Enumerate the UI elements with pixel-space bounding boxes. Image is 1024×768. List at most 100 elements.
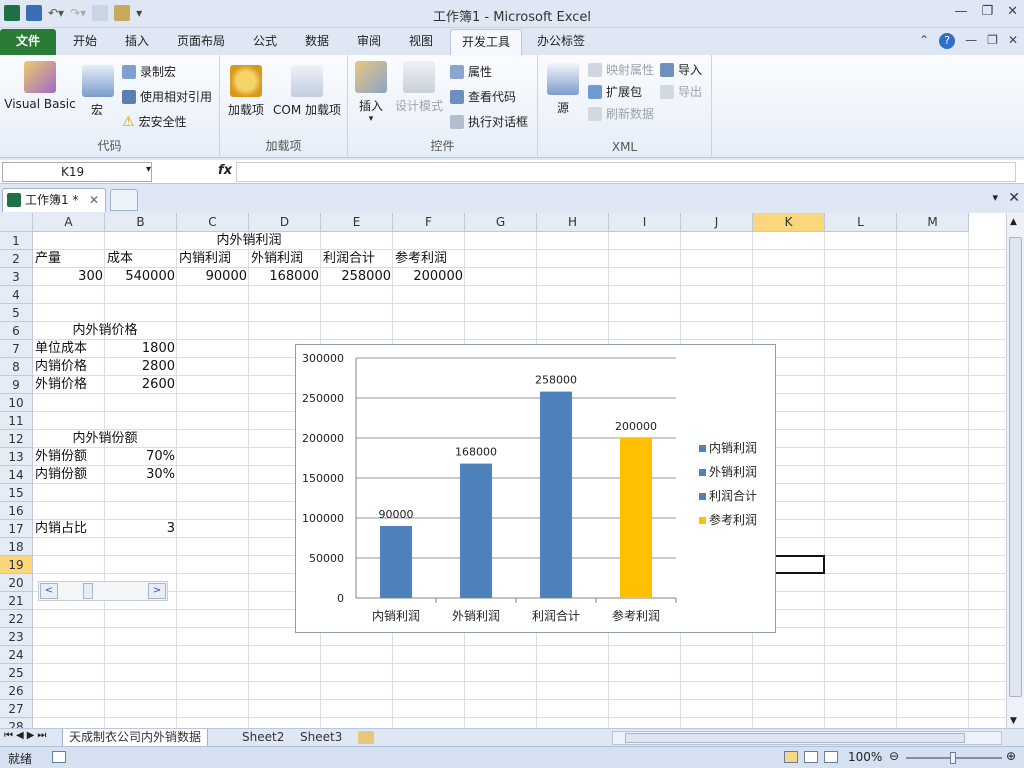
xml-import-button[interactable]: 导入: [660, 61, 702, 78]
close-workbook-icon[interactable]: ✕: [1008, 190, 1020, 206]
row-header-4[interactable]: 4: [0, 286, 33, 304]
cell-c3[interactable]: 90000: [177, 268, 249, 286]
row-header-27[interactable]: 27: [0, 700, 33, 718]
tab-list-dropdown-icon[interactable]: ▾: [992, 191, 998, 204]
cell-a12[interactable]: 内外销份额: [33, 430, 177, 448]
formula-input[interactable]: [236, 162, 1016, 182]
cell-b7[interactable]: 1800: [105, 340, 177, 358]
cell-a14[interactable]: 内销份额: [33, 466, 105, 484]
column-header-b[interactable]: B: [105, 213, 177, 232]
close-button[interactable]: ✕: [1007, 4, 1018, 19]
xml-source-button[interactable]: 源: [546, 63, 580, 116]
column-header-j[interactable]: J: [681, 213, 753, 232]
new-workbook-tab[interactable]: [110, 189, 138, 211]
vertical-scrollbar[interactable]: ▲ ▼: [1006, 213, 1024, 728]
row-header-25[interactable]: 25: [0, 664, 33, 682]
restore-button[interactable]: ❐: [981, 4, 993, 19]
zoom-in-icon[interactable]: ⊕: [1006, 749, 1016, 763]
cell-a3[interactable]: 300: [33, 268, 105, 286]
tab-office-tab[interactable]: 办公标签: [528, 29, 594, 55]
cell-c1[interactable]: 内外销利润: [177, 232, 321, 250]
select-all-corner[interactable]: [0, 213, 33, 232]
row-header-10[interactable]: 10: [0, 394, 33, 412]
cell-a17[interactable]: 内销占比: [33, 520, 105, 538]
cell-c2[interactable]: 内销利润: [177, 250, 249, 268]
cell-b9[interactable]: 2600: [105, 376, 177, 394]
name-box[interactable]: K19: [2, 162, 152, 182]
cell-f3[interactable]: 200000: [393, 268, 465, 286]
row-header-24[interactable]: 24: [0, 646, 33, 664]
macro-record-icon[interactable]: [52, 751, 66, 763]
tab-view[interactable]: 视图: [398, 29, 444, 55]
column-header-e[interactable]: E: [321, 213, 393, 232]
view-page-layout-icon[interactable]: [804, 751, 818, 763]
cell-a2[interactable]: 产量: [33, 250, 105, 268]
column-header-c[interactable]: C: [177, 213, 249, 232]
cell-f2[interactable]: 参考利润: [393, 250, 465, 268]
row-header-14[interactable]: 14: [0, 466, 33, 484]
row-header-26[interactable]: 26: [0, 682, 33, 700]
row-header-22[interactable]: 22: [0, 610, 33, 628]
row-header-17[interactable]: 17: [0, 520, 33, 538]
cell-d3[interactable]: 168000: [249, 268, 321, 286]
cell-b13[interactable]: 70%: [105, 448, 177, 466]
column-header-f[interactable]: F: [393, 213, 465, 232]
row-header-15[interactable]: 15: [0, 484, 33, 502]
row-header-16[interactable]: 16: [0, 502, 33, 520]
row-header-13[interactable]: 13: [0, 448, 33, 466]
cell-b14[interactable]: 30%: [105, 466, 177, 484]
visual-basic-button[interactable]: Visual Basic: [4, 61, 76, 111]
horizontal-scroll-thumb[interactable]: [625, 733, 965, 743]
cell-a6[interactable]: 内外销价格: [33, 322, 177, 340]
cell-b17[interactable]: 3: [105, 520, 177, 538]
zoom-out-icon[interactable]: ⊖: [889, 749, 899, 763]
form-scrollbar-control[interactable]: < >: [38, 581, 168, 601]
com-addins-button[interactable]: COM 加载项: [270, 65, 344, 118]
view-code-button[interactable]: 查看代码: [450, 88, 516, 105]
map-properties-button[interactable]: 映射属性: [588, 61, 654, 78]
row-header-5[interactable]: 5: [0, 304, 33, 322]
column-header-i[interactable]: I: [609, 213, 681, 232]
scroll-left-button[interactable]: <: [40, 583, 58, 599]
zoom-slider-thumb[interactable]: [950, 752, 956, 764]
properties-button[interactable]: 属性: [450, 63, 492, 80]
relative-reference-button[interactable]: 使用相对引用: [122, 88, 212, 105]
sheet-tab-2[interactable]: Sheet2: [236, 729, 290, 747]
row-header-8[interactable]: 8: [0, 358, 33, 376]
name-box-dropdown-icon[interactable]: ▾: [146, 164, 151, 175]
row-header-23[interactable]: 23: [0, 628, 33, 646]
column-header-a[interactable]: A: [33, 213, 105, 232]
minimize-workbook-icon[interactable]: —: [965, 33, 977, 49]
row-header-12[interactable]: 12: [0, 430, 33, 448]
macro-security-button[interactable]: ⚠ 宏安全性: [122, 113, 187, 130]
tab-file[interactable]: 文件: [0, 29, 56, 55]
row-header-18[interactable]: 18: [0, 538, 33, 556]
row-header-28[interactable]: 28: [0, 718, 33, 728]
sheet-tab-active[interactable]: 天成制衣公司内外销数据: [62, 729, 209, 747]
cell-b3[interactable]: 540000: [105, 268, 177, 286]
row-header-21[interactable]: 21: [0, 592, 33, 610]
workbook-tab[interactable]: 工作簿1 * ✕: [2, 188, 106, 212]
tab-home[interactable]: 开始: [62, 29, 108, 55]
scroll-thumb[interactable]: [83, 583, 93, 599]
row-header-9[interactable]: 9: [0, 376, 33, 394]
scroll-right-button[interactable]: >: [148, 583, 166, 599]
tab-formulas[interactable]: 公式: [242, 29, 288, 55]
cell-d2[interactable]: 外销利润: [249, 250, 321, 268]
column-header-l[interactable]: L: [825, 213, 897, 232]
row-header-6[interactable]: 6: [0, 322, 33, 340]
cell-e2[interactable]: 利润合计: [321, 250, 393, 268]
cell-b8[interactable]: 2800: [105, 358, 177, 376]
row-header-7[interactable]: 7: [0, 340, 33, 358]
sheet-nav-buttons[interactable]: ⏮◀▶⏭: [4, 730, 49, 741]
tab-page-layout[interactable]: 页面布局: [168, 29, 234, 55]
view-normal-icon[interactable]: [784, 751, 798, 763]
xml-export-button[interactable]: 导出: [660, 83, 702, 100]
tab-data[interactable]: 数据: [294, 29, 340, 55]
column-header-d[interactable]: D: [249, 213, 321, 232]
profit-bar-chart[interactable]: 0 50000 100000 150000 200000 250000 300000 9000…: [295, 344, 776, 633]
column-header-h[interactable]: H: [537, 213, 609, 232]
column-header-k[interactable]: K: [753, 213, 825, 232]
vertical-scroll-thumb[interactable]: [1009, 237, 1022, 697]
scroll-up-button[interactable]: ▲: [1010, 217, 1017, 227]
